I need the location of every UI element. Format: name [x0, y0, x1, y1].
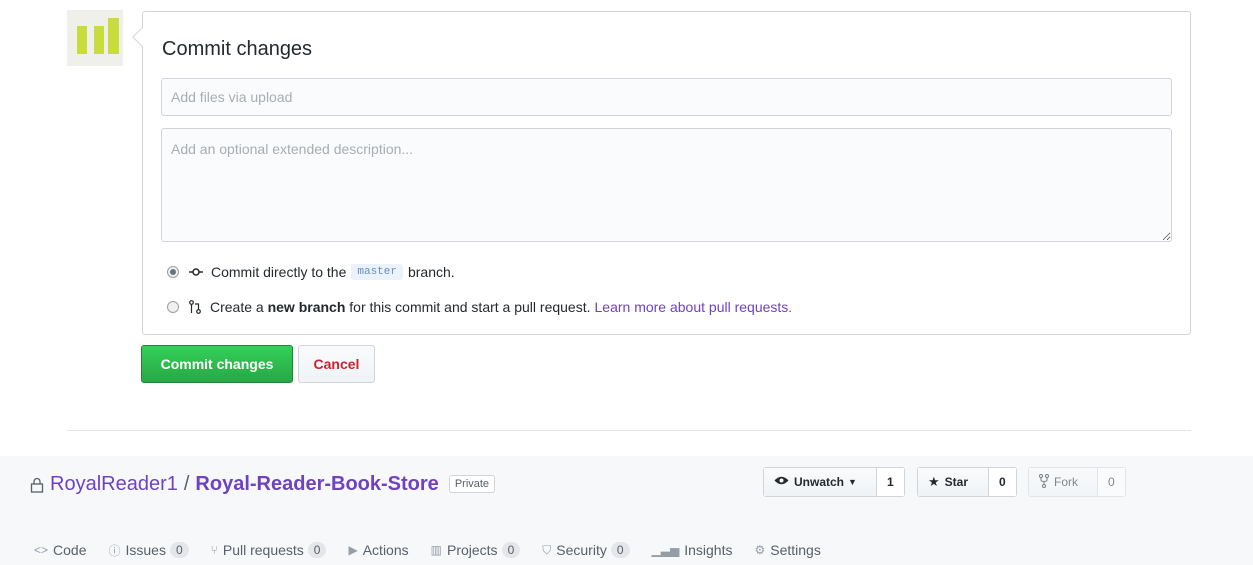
stargazers-count[interactable]: 0 [988, 468, 1016, 496]
git-pull-request-icon [189, 300, 201, 314]
lock-icon [30, 476, 44, 493]
issue-icon: ⓘ [108, 543, 121, 558]
tab-pull-requests[interactable]: ⑂ Pull requests 0 [211, 542, 327, 558]
tab-code-label: Code [53, 542, 87, 558]
eye-icon [774, 475, 789, 489]
fork-icon [1038, 473, 1050, 491]
commit-direct-radio[interactable] [167, 266, 179, 278]
commit-description-textarea[interactable] [161, 128, 1172, 242]
repo-title: RoyalReader1 / Royal-Reader-Book-Store P… [30, 472, 496, 496]
tab-issues[interactable]: ⓘ Issues 0 [108, 542, 189, 559]
tab-insights[interactable]: ▁▃▅ Insights [652, 542, 733, 558]
unwatch-button[interactable]: Unwatch ▼ [764, 468, 876, 496]
repo-owner-link[interactable]: RoyalReader1 [50, 473, 178, 496]
fork-button[interactable]: Fork [1029, 468, 1097, 496]
star-icon: ★ [928, 474, 940, 489]
repo-name-link[interactable]: Royal-Reader-Book-Store [195, 473, 438, 496]
pull-requests-counter: 0 [307, 542, 327, 558]
git-commit-icon [189, 265, 203, 279]
tab-actions[interactable]: ▶ Actions [348, 542, 408, 558]
play-icon: ▶ [348, 543, 358, 557]
tab-projects[interactable]: ▥ Projects 0 [431, 542, 521, 558]
pull-request-icon: ⑂ [210, 543, 218, 557]
commit-summary-input[interactable] [161, 78, 1172, 116]
commit-form-title: Commit changes [162, 38, 313, 60]
tab-projects-label: Projects [446, 542, 498, 558]
project-icon: ▥ [430, 543, 442, 557]
commit-changes-button[interactable]: Commit changes [141, 345, 293, 383]
forks-count[interactable]: 0 [1097, 468, 1125, 496]
new-branch-option[interactable]: Create a new branch for this commit and … [167, 297, 792, 317]
tab-settings[interactable]: ⚙ Settings [754, 542, 820, 558]
repo-tabs: <> Code ⓘ Issues 0 ⑂ Pull requests 0 ▶ A… [34, 539, 843, 561]
commit-direct-suffix: branch. [407, 264, 455, 280]
gear-icon: ⚙ [754, 543, 766, 557]
tab-security-label: Security [556, 542, 607, 558]
code-icon: <> [34, 543, 49, 557]
shield-icon: ⛉ [542, 542, 552, 557]
security-counter: 0 [610, 542, 630, 558]
fork-label: Fork [1054, 475, 1078, 489]
new-branch-text-after: for this commit and start a pull request… [349, 299, 591, 315]
avatar [67, 10, 123, 66]
tab-issues-label: Issues [125, 542, 166, 558]
star-button[interactable]: ★ Star [918, 468, 988, 496]
new-branch-text-before: Create a [210, 299, 264, 315]
tab-actions-label: Actions [362, 542, 409, 558]
divider [67, 430, 1191, 431]
unwatch-label: Unwatch [794, 475, 845, 489]
tab-pull-requests-label: Pull requests [222, 542, 304, 558]
commit-form: Commit changes Commit directly to the ma… [132, 11, 1191, 335]
cancel-button[interactable]: Cancel [298, 345, 375, 383]
star-label: Star [944, 475, 968, 489]
tab-security[interactable]: ⛉ Security 0 [542, 542, 630, 558]
repo-separator: / [183, 472, 190, 495]
projects-counter: 0 [501, 542, 521, 558]
unwatch-action: Unwatch ▼ 1 [763, 467, 905, 497]
issues-counter: 0 [169, 542, 189, 558]
commit-direct-text: Commit directly to the [211, 264, 347, 280]
star-action: ★ Star 0 [917, 467, 1017, 497]
chevron-down-icon: ▼ [848, 477, 857, 487]
watchers-count[interactable]: 1 [876, 468, 904, 496]
learn-more-pull-requests-link[interactable]: Learn more about pull requests. [595, 299, 793, 315]
graph-icon: ▁▃▅ [651, 543, 680, 557]
new-branch-bold: new branch [267, 299, 346, 315]
visibility-badge: Private [448, 475, 496, 493]
branch-name-badge: master [351, 264, 403, 280]
commit-direct-option[interactable]: Commit directly to the master branch. [167, 262, 455, 282]
tab-settings-label: Settings [770, 542, 821, 558]
tab-code[interactable]: <> Code [34, 542, 86, 558]
new-branch-radio[interactable] [167, 301, 179, 313]
fork-action: Fork 0 [1028, 467, 1126, 497]
tab-insights-label: Insights [684, 542, 733, 558]
